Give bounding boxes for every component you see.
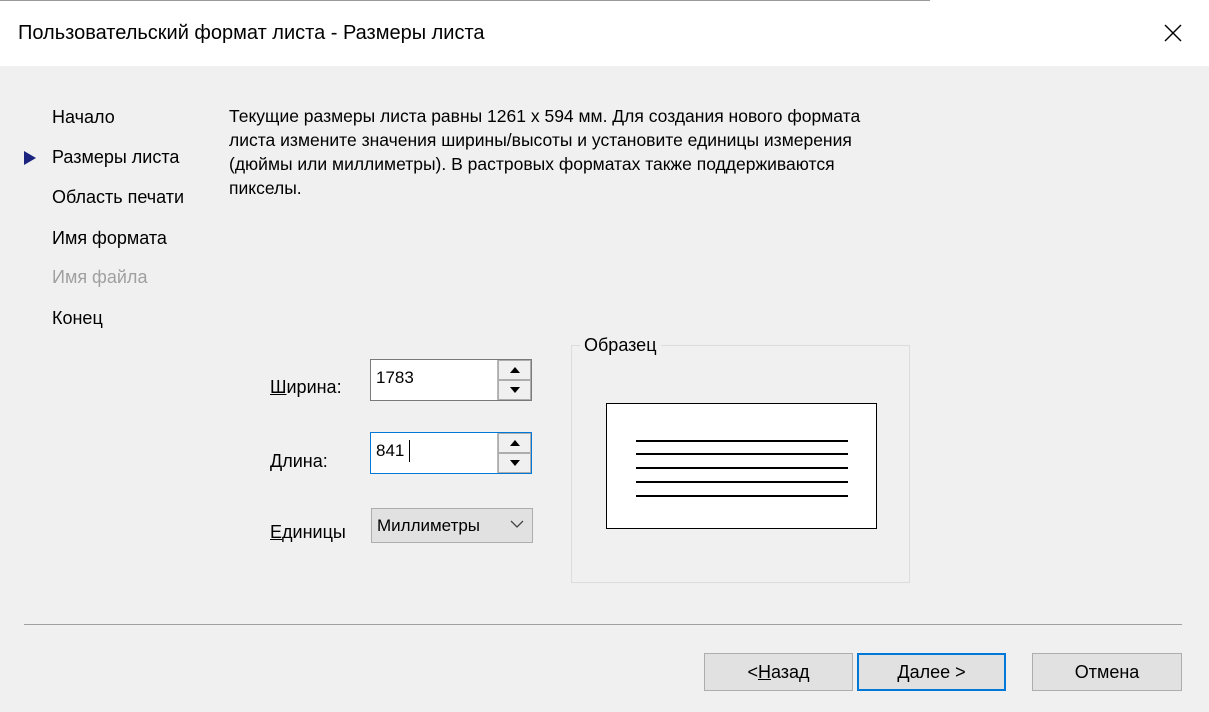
dialog-title: Пользовательский формат листа - Размеры … <box>18 22 485 44</box>
preview-line <box>636 495 848 497</box>
arrow-down-icon <box>509 460 520 466</box>
nav-item-start: Начало <box>52 107 115 127</box>
close-icon <box>1164 24 1182 42</box>
next-button[interactable]: Далее > <box>857 653 1006 691</box>
title-bar: Пользовательский формат листа - Размеры … <box>0 0 1209 66</box>
units-label: Единицы <box>270 522 346 542</box>
width-spinner <box>497 360 531 400</box>
width-input[interactable]: 1783 <box>370 359 532 401</box>
preview-line <box>636 481 848 483</box>
arrow-up-icon <box>509 440 520 446</box>
description-text: Текущие размеры листа равны 1261 x 594 м… <box>229 106 861 198</box>
width-decrement-button[interactable] <box>498 380 531 400</box>
nav-item-sheet-size: Размеры листа <box>52 147 180 167</box>
chevron-down-icon <box>510 520 524 528</box>
back-button[interactable]: < Назад <box>704 653 853 691</box>
sheet-preview <box>606 403 877 529</box>
divider <box>24 624 1182 625</box>
arrow-up-icon <box>509 367 520 373</box>
nav-item-file-name: Имя файла <box>52 267 148 287</box>
length-value: 841 <box>376 441 405 460</box>
top-edge-line <box>0 0 930 1</box>
arrow-down-icon <box>509 387 520 393</box>
units-value: Миллиметры <box>377 516 481 535</box>
nav-item-finish: Конец <box>52 308 103 328</box>
arrow-right-icon <box>24 151 36 165</box>
nav-item-format-name: Имя формата <box>52 228 167 248</box>
length-decrement-button[interactable] <box>498 453 531 473</box>
preview-line <box>636 453 848 455</box>
width-increment-button[interactable] <box>498 360 531 380</box>
close-button[interactable] <box>1150 12 1196 54</box>
cancel-button[interactable]: Отмена <box>1032 653 1182 691</box>
width-value: 1783 <box>376 368 414 387</box>
length-input[interactable]: 841 <box>370 432 532 474</box>
custom-sheet-size-dialog: Пользовательский формат листа - Размеры … <box>0 0 1209 712</box>
preview-line <box>636 467 848 469</box>
length-increment-button[interactable] <box>498 433 531 453</box>
units-select[interactable]: Миллиметры <box>371 508 533 543</box>
nav-item-print-area: Область печати <box>52 187 185 207</box>
preview-label: Образец <box>580 335 661 356</box>
text-cursor <box>409 440 410 462</box>
preview-line <box>636 440 848 442</box>
length-label: Длина: <box>270 451 328 471</box>
length-spinner <box>497 433 531 473</box>
width-label: Ширина: <box>270 377 342 397</box>
